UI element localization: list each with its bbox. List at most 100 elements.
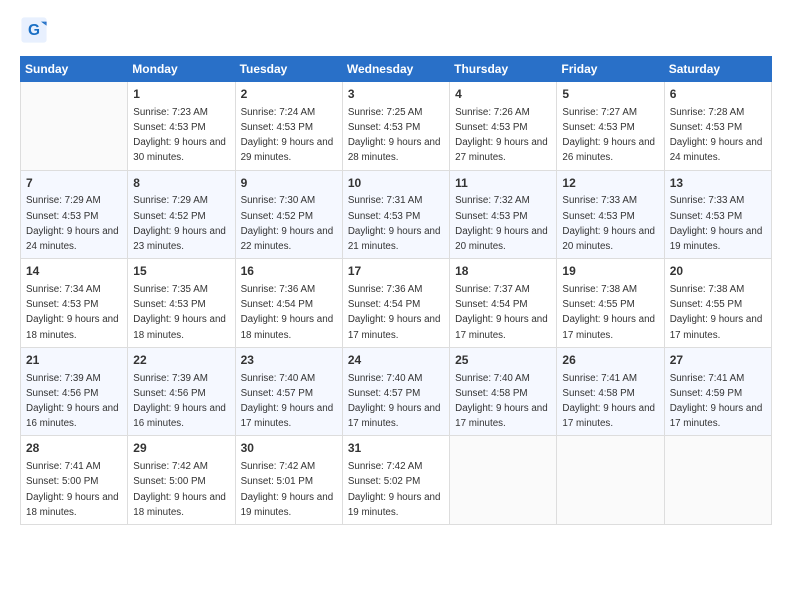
calendar-cell: 31 Sunrise: 7:42 AMSunset: 5:02 PMDayligh… [342, 436, 449, 525]
day-number: 14 [26, 263, 122, 280]
day-info: Sunrise: 7:35 AMSunset: 4:53 PMDaylight:… [133, 284, 226, 341]
calendar-cell: 30 Sunrise: 7:42 AMSunset: 5:01 PMDayligh… [235, 436, 342, 525]
day-info: Sunrise: 7:32 AMSunset: 4:53 PMDaylight:… [455, 195, 548, 252]
calendar-cell: 29Sunrise: 7:42 AMSunset: 5:00 PMDayligh… [128, 436, 235, 525]
page-header: G [20, 16, 772, 44]
day-number: 28 [26, 440, 122, 457]
calendar-cell [557, 436, 664, 525]
day-number: 11 [455, 175, 551, 192]
calendar-cell: 16 Sunrise: 7:36 AMSunset: 4:54 PMDayligh… [235, 259, 342, 348]
calendar-week-row: 1 Sunrise: 7:23 AMSunset: 4:53 PMDaylight… [21, 82, 772, 171]
day-info: Sunrise: 7:29 AMSunset: 4:53 PMDaylight:… [26, 195, 119, 252]
day-info: Sunrise: 7:30 AMSunset: 4:52 PMDaylight:… [241, 195, 334, 252]
svg-text:G: G [28, 22, 40, 39]
calendar-cell: 26 Sunrise: 7:41 AMSunset: 4:58 PMDayligh… [557, 347, 664, 436]
calendar-cell: 3Sunrise: 7:25 AMSunset: 4:53 PMDaylight… [342, 82, 449, 171]
calendar-cell: 10Sunrise: 7:31 AMSunset: 4:53 PMDayligh… [342, 170, 449, 259]
calendar-cell: 22 Sunrise: 7:39 AMSunset: 4:56 PMDayligh… [128, 347, 235, 436]
day-info: Sunrise: 7:26 AMSunset: 4:53 PMDaylight:… [455, 107, 548, 164]
calendar-cell: 21 Sunrise: 7:39 AMSunset: 4:56 PMDayligh… [21, 347, 128, 436]
day-info: Sunrise: 7:41 AMSunset: 4:59 PMDaylight:… [670, 373, 763, 430]
day-number: 10 [348, 175, 444, 192]
day-info: Sunrise: 7:39 AMSunset: 4:56 PMDaylight:… [133, 373, 226, 430]
day-info: Sunrise: 7:33 AMSunset: 4:53 PMDaylight:… [670, 195, 763, 252]
logo-icon: G [20, 16, 48, 44]
day-info: Sunrise: 7:39 AMSunset: 4:56 PMDaylight:… [26, 373, 119, 430]
weekday-header: Wednesday [342, 57, 449, 82]
day-info: Sunrise: 7:42 AMSunset: 5:02 PMDaylight:… [348, 461, 441, 518]
calendar-week-row: 14 Sunrise: 7:34 AMSunset: 4:53 PMDayligh… [21, 259, 772, 348]
calendar-cell: 27 Sunrise: 7:41 AMSunset: 4:59 PMDayligh… [664, 347, 771, 436]
calendar-cell: 9 Sunrise: 7:30 AMSunset: 4:52 PMDaylight… [235, 170, 342, 259]
day-number: 9 [241, 175, 337, 192]
day-number: 19 [562, 263, 658, 280]
calendar-cell: 24 Sunrise: 7:40 AMSunset: 4:57 PMDayligh… [342, 347, 449, 436]
day-number: 7 [26, 175, 122, 192]
weekday-header: Sunday [21, 57, 128, 82]
calendar-cell: 2 Sunrise: 7:24 AMSunset: 4:53 PMDaylight… [235, 82, 342, 171]
calendar-cell [450, 436, 557, 525]
calendar-week-row: 7 Sunrise: 7:29 AMSunset: 4:53 PMDaylight… [21, 170, 772, 259]
day-info: Sunrise: 7:33 AMSunset: 4:53 PMDaylight:… [562, 195, 655, 252]
day-info: Sunrise: 7:24 AMSunset: 4:53 PMDaylight:… [241, 107, 334, 164]
day-info: Sunrise: 7:29 AMSunset: 4:52 PMDaylight:… [133, 195, 226, 252]
day-info: Sunrise: 7:42 AMSunset: 5:01 PMDaylight:… [241, 461, 334, 518]
calendar-week-row: 21 Sunrise: 7:39 AMSunset: 4:56 PMDayligh… [21, 347, 772, 436]
day-info: Sunrise: 7:36 AMSunset: 4:54 PMDaylight:… [241, 284, 334, 341]
day-info: Sunrise: 7:28 AMSunset: 4:53 PMDaylight:… [670, 107, 763, 164]
weekday-header: Thursday [450, 57, 557, 82]
day-info: Sunrise: 7:36 AMSunset: 4:54 PMDaylight:… [348, 284, 441, 341]
day-info: Sunrise: 7:37 AMSunset: 4:54 PMDaylight:… [455, 284, 548, 341]
day-info: Sunrise: 7:34 AMSunset: 4:53 PMDaylight:… [26, 284, 119, 341]
day-number: 26 [562, 352, 658, 369]
day-number: 2 [241, 86, 337, 103]
calendar-cell: 15Sunrise: 7:35 AMSunset: 4:53 PMDayligh… [128, 259, 235, 348]
calendar-week-row: 28 Sunrise: 7:41 AMSunset: 5:00 PMDayligh… [21, 436, 772, 525]
day-info: Sunrise: 7:27 AMSunset: 4:53 PMDaylight:… [562, 107, 655, 164]
day-number: 24 [348, 352, 444, 369]
calendar-table: SundayMondayTuesdayWednesdayThursdayFrid… [20, 56, 772, 525]
calendar-cell: 4Sunrise: 7:26 AMSunset: 4:53 PMDaylight… [450, 82, 557, 171]
day-info: Sunrise: 7:25 AMSunset: 4:53 PMDaylight:… [348, 107, 441, 164]
day-info: Sunrise: 7:41 AMSunset: 5:00 PMDaylight:… [26, 461, 119, 518]
logo: G [20, 16, 52, 44]
day-number: 27 [670, 352, 766, 369]
weekday-header: Monday [128, 57, 235, 82]
calendar-header-row: SundayMondayTuesdayWednesdayThursdayFrid… [21, 57, 772, 82]
calendar-cell: 13 Sunrise: 7:33 AMSunset: 4:53 PMDayligh… [664, 170, 771, 259]
weekday-header: Tuesday [235, 57, 342, 82]
calendar-cell: 17Sunrise: 7:36 AMSunset: 4:54 PMDayligh… [342, 259, 449, 348]
calendar-cell: 18 Sunrise: 7:37 AMSunset: 4:54 PMDayligh… [450, 259, 557, 348]
calendar-cell: 5 Sunrise: 7:27 AMSunset: 4:53 PMDaylight… [557, 82, 664, 171]
day-number: 16 [241, 263, 337, 280]
day-number: 18 [455, 263, 551, 280]
day-info: Sunrise: 7:38 AMSunset: 4:55 PMDaylight:… [562, 284, 655, 341]
day-number: 30 [241, 440, 337, 457]
day-info: Sunrise: 7:40 AMSunset: 4:57 PMDaylight:… [348, 373, 441, 430]
calendar-cell: 19 Sunrise: 7:38 AMSunset: 4:55 PMDayligh… [557, 259, 664, 348]
day-number: 23 [241, 352, 337, 369]
calendar-cell: 25Sunrise: 7:40 AMSunset: 4:58 PMDayligh… [450, 347, 557, 436]
calendar-cell: 23Sunrise: 7:40 AMSunset: 4:57 PMDayligh… [235, 347, 342, 436]
day-number: 13 [670, 175, 766, 192]
day-info: Sunrise: 7:41 AMSunset: 4:58 PMDaylight:… [562, 373, 655, 430]
day-number: 8 [133, 175, 229, 192]
day-info: Sunrise: 7:42 AMSunset: 5:00 PMDaylight:… [133, 461, 226, 518]
calendar-cell: 7 Sunrise: 7:29 AMSunset: 4:53 PMDaylight… [21, 170, 128, 259]
day-number: 31 [348, 440, 444, 457]
day-number: 1 [133, 86, 229, 103]
day-number: 5 [562, 86, 658, 103]
day-number: 25 [455, 352, 551, 369]
calendar-cell: 12 Sunrise: 7:33 AMSunset: 4:53 PMDayligh… [557, 170, 664, 259]
day-number: 20 [670, 263, 766, 280]
calendar-cell: 28 Sunrise: 7:41 AMSunset: 5:00 PMDayligh… [21, 436, 128, 525]
day-info: Sunrise: 7:38 AMSunset: 4:55 PMDaylight:… [670, 284, 763, 341]
day-number: 22 [133, 352, 229, 369]
day-number: 21 [26, 352, 122, 369]
day-number: 12 [562, 175, 658, 192]
calendar-cell: 14 Sunrise: 7:34 AMSunset: 4:53 PMDayligh… [21, 259, 128, 348]
day-info: Sunrise: 7:23 AMSunset: 4:53 PMDaylight:… [133, 107, 226, 164]
day-number: 6 [670, 86, 766, 103]
calendar-cell [664, 436, 771, 525]
weekday-header: Friday [557, 57, 664, 82]
